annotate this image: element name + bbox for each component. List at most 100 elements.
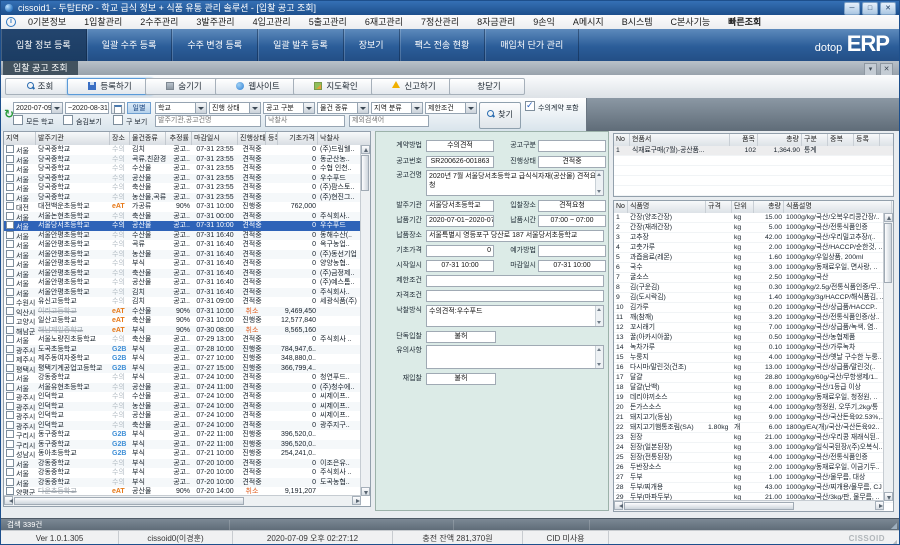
row-checkbox[interactable] bbox=[6, 392, 14, 400]
item-row[interactable]: 27두부kg1.001000g/kg/국산/물무름, 대상 bbox=[614, 473, 894, 483]
item-row[interactable]: 14녹차가루kg0.101000g/kg/국산/가루녹차 bbox=[614, 343, 894, 353]
row-checkbox[interactable] bbox=[6, 212, 14, 220]
table-row[interactable]: 서울서울안평초등학교수의부식공고..07-31 16:40견적중0양양농협.. bbox=[4, 259, 371, 269]
column-header-3[interactable]: 규격 bbox=[706, 201, 732, 213]
field-value[interactable]: 서울당서초등학교 bbox=[426, 200, 494, 212]
filter-checkbox-2[interactable]: 숨김보기 bbox=[63, 115, 102, 129]
filter-combo-5[interactable]: 지역 분류 bbox=[371, 102, 423, 114]
table-row[interactable]: 서울서울유현초등학교수의공산물공고..07-24 11:00견적중0(주)청수에… bbox=[4, 383, 371, 393]
item-row[interactable]: 9김(도시락김)kg1.401000g/kg/3g/HACCP/해식품김, .. bbox=[614, 293, 894, 303]
table-row[interactable]: 광주시도곡초등학교G2B부식공고..07-28 10:00진행중784,947,… bbox=[4, 345, 371, 355]
item-row[interactable]: 20돈가스소스kg4.001000g/kg/청정원, 오뚜기,2kg/통 bbox=[614, 403, 894, 413]
document-row[interactable]: 1식재료구매(7월)-공산품...1021,364.90통계 bbox=[614, 146, 894, 156]
item-row[interactable]: 2간장(재래간장)kg5.001000g/kg/국산/전통식품인증 bbox=[614, 223, 894, 233]
maximize-button[interactable]: □ bbox=[862, 2, 878, 15]
menu-item-8[interactable]: 7정산관리 bbox=[412, 15, 468, 29]
item-row[interactable]: 17달걀kg28.801000g/kg/60g/국산/무항생제/1.. bbox=[614, 373, 894, 383]
field-value[interactable]: 2020-07-01~2020-07-31 bbox=[426, 215, 494, 227]
table-row[interactable]: 광주시인덕학교수의축산물공고..07-24 10:00견적중0광주지구.. bbox=[4, 421, 371, 431]
row-checkbox[interactable] bbox=[6, 240, 14, 248]
menu-item-4[interactable]: 3발주관리 bbox=[187, 15, 243, 29]
row-checkbox[interactable] bbox=[6, 231, 14, 239]
row-checkbox[interactable] bbox=[6, 421, 14, 429]
scroll-left-icon[interactable] bbox=[4, 496, 13, 505]
item-row[interactable]: 13꿀(아카시아꿀)kg0.501000g/kg/국산/농협제품 bbox=[614, 333, 894, 343]
row-checkbox[interactable] bbox=[6, 459, 14, 467]
column-header-7[interactable]: 등록 bbox=[854, 134, 880, 146]
field-value[interactable]: SR200626-001863 bbox=[426, 156, 494, 168]
find-button[interactable]: 찾기 bbox=[479, 102, 521, 129]
row-checkbox[interactable] bbox=[6, 354, 14, 362]
table-row[interactable]: 서울당곡중학교수의김치공고..07-31 23:55견적중0(주)드림웰.. bbox=[4, 145, 371, 155]
field-value[interactable]: 견적중 bbox=[538, 156, 606, 168]
menu-item-11[interactable]: A메시지 bbox=[564, 15, 613, 29]
table-row[interactable]: 서울서울안평초등학교수의농산물공고..07-31 16:40견적중0(주)동선기… bbox=[4, 250, 371, 260]
grid-horizontal-scrollbar[interactable] bbox=[4, 495, 361, 506]
table-row[interactable]: 서울당곡중학교수의곡류,친환경공고..07-31 23:55견적중0동군산농.. bbox=[4, 155, 371, 165]
table-row[interactable]: 광주시인덕학교수의수산물공고..07-24 10:00견적중0씨제이프.. bbox=[4, 392, 371, 402]
field-value[interactable] bbox=[538, 245, 606, 257]
action-button-2[interactable]: 등록하기 bbox=[67, 78, 153, 95]
table-row[interactable]: 익산시이리고등학교eAT수산물90%07-31 10:00취소9,469,450 bbox=[4, 307, 371, 317]
row-checkbox[interactable] bbox=[6, 449, 14, 457]
item-row[interactable]: 28두부/찌개용kg43.001000g/kg/국산/찌개용/물무름, CJ bbox=[614, 483, 894, 493]
row-checkbox[interactable] bbox=[6, 307, 14, 315]
table-row[interactable]: 성남시동아초등학교G2B부식공고..07-21 10:00진행중254,241,… bbox=[4, 449, 371, 459]
table-row[interactable]: 평택시평택기계공업고등학교G2B부식공고..07-27 15:00진행중366,… bbox=[4, 364, 371, 374]
scroll-right-icon[interactable] bbox=[875, 501, 884, 510]
menu-item-12[interactable]: B시스템 bbox=[613, 15, 662, 29]
table-row[interactable]: 서울강동중학교수의부식공고..07-24 10:00견적중0청연푸드.. bbox=[4, 373, 371, 383]
item-row[interactable]: 24된장(일본된장)kg3.001000g/kg/일식국된장/(주)오복식.. bbox=[614, 443, 894, 453]
column-header-1[interactable]: 지역 bbox=[4, 132, 36, 145]
scroll-up-icon[interactable] bbox=[361, 145, 370, 154]
item-row[interactable]: 5과즙음료(레몬)kg1.601000g/kg/우일상품, 200ml bbox=[614, 253, 894, 263]
row-checkbox[interactable] bbox=[6, 202, 14, 210]
date-to-input[interactable]: ~2020-08-31 bbox=[65, 102, 109, 114]
column-header-2[interactable]: 식품명 bbox=[628, 201, 706, 213]
field-value[interactable] bbox=[426, 345, 604, 369]
column-header-2[interactable]: 발주기관 bbox=[36, 132, 110, 145]
scroll-thumb[interactable] bbox=[14, 497, 244, 505]
field-value[interactable] bbox=[426, 275, 604, 287]
field-value[interactable]: 07:00 ~ 07:00 bbox=[538, 215, 606, 227]
action-button-6[interactable]: 신고하기 bbox=[371, 78, 457, 95]
item-row[interactable]: 7굴소스kg2.501000g/kg/국산 bbox=[614, 273, 894, 283]
column-header-6[interactable]: 마감일시 bbox=[192, 132, 238, 145]
scroll-down-icon[interactable] bbox=[361, 487, 370, 496]
row-checkbox[interactable] bbox=[6, 269, 14, 277]
search-button[interactable]: 조회 bbox=[5, 78, 75, 95]
scroll-arrows-icon[interactable] bbox=[595, 306, 603, 326]
row-checkbox[interactable] bbox=[6, 411, 14, 419]
field-value[interactable]: 견적요청 bbox=[538, 200, 606, 212]
action-button-5[interactable]: 지도확인 bbox=[293, 78, 379, 95]
row-checkbox[interactable] bbox=[6, 468, 14, 476]
row-checkbox[interactable] bbox=[6, 345, 14, 353]
item-row[interactable]: 11깨(참깨)kg3.201000g/kg/국산/전통식품인증/상.. bbox=[614, 313, 894, 323]
item-row[interactable]: 6국수kg3.001000g/kg/동재료우일, 면사랑, .. bbox=[614, 263, 894, 273]
filter-text-input-2[interactable] bbox=[265, 115, 345, 127]
table-row[interactable]: 서울당곡중학교수의수산물공고..07-31 23:55견적중0수협 인천.. bbox=[4, 164, 371, 174]
row-checkbox[interactable] bbox=[6, 297, 14, 305]
item-row[interactable]: 1간장(양조간장)kg15.001000g/kg/국산/오복우리콩간장/.. bbox=[614, 213, 894, 223]
table-row[interactable]: 서울서울노량진초등학교수의축산물공고..07-29 13:00견적중0주식회사 … bbox=[4, 335, 371, 345]
filter-text-input-3[interactable] bbox=[349, 115, 429, 127]
field-value[interactable]: 수의견적:우수푸드 bbox=[426, 305, 604, 327]
field-value[interactable] bbox=[426, 290, 604, 302]
item-row[interactable]: 16다시마/말린것(건조)kg13.001000g/kg/국산/상급품/말린것(… bbox=[614, 363, 894, 373]
table-row[interactable]: 광주시인덕학교수의공산물공고..07-24 10:00견적중0씨제이프.. bbox=[4, 411, 371, 421]
table-row[interactable]: 서울서울안평초등학교수의공산물공고..07-31 16:40견적중0(주)예스톰… bbox=[4, 278, 371, 288]
scroll-thumb[interactable] bbox=[361, 155, 369, 191]
item-row[interactable]: 15누룽지kg4.001000g/kg/국산/옛날 구수한 누룽.. bbox=[614, 353, 894, 363]
row-checkbox[interactable] bbox=[6, 278, 14, 286]
column-header-6[interactable]: 식품설명 bbox=[784, 201, 892, 213]
field-value[interactable] bbox=[538, 140, 606, 152]
include-private-contract-checkbox[interactable]: 수의계약 포함 bbox=[525, 101, 579, 115]
row-checkbox[interactable] bbox=[6, 402, 14, 410]
row-checkbox[interactable] bbox=[6, 174, 14, 182]
column-header-8[interactable]: 등록 bbox=[266, 132, 278, 145]
minimize-button[interactable]: ─ bbox=[844, 2, 860, 15]
row-checkbox[interactable] bbox=[6, 487, 14, 495]
scroll-right-icon[interactable] bbox=[352, 496, 361, 505]
column-header-1[interactable]: No bbox=[614, 134, 630, 146]
field-value[interactable]: 수의견적 bbox=[426, 140, 494, 152]
